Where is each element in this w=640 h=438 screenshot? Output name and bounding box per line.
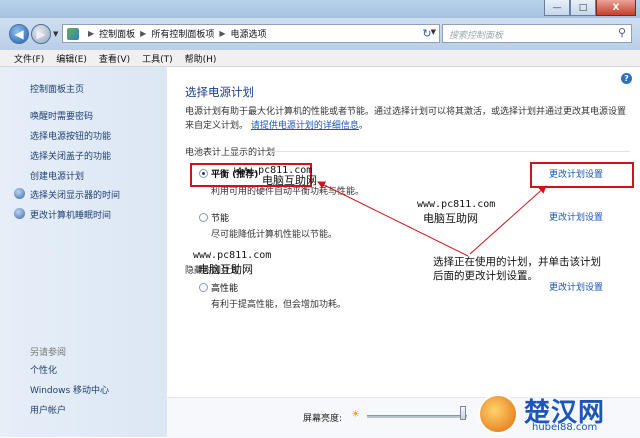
- watermark-name: 电脑互助网: [423, 212, 478, 225]
- watermark-url: www.pc811.com: [193, 250, 272, 261]
- watermark-name: 电脑互助网: [198, 263, 253, 276]
- arrow-to-link: [469, 185, 547, 255]
- annotation-line-1: 选择正在使用的计划，并单击该计划: [433, 256, 601, 268]
- control-panel-window: — □ X ◀ ▶ ▼ ▶ 控制面板 ▶ 所有控制面板项 ▶ 电源选项 ▼ ↻ …: [0, 0, 640, 438]
- site-logo: 楚汉网 hubei88.com: [478, 392, 638, 436]
- watermark-name: 电脑互助网: [262, 174, 317, 187]
- logo-emblem-icon: [478, 394, 518, 434]
- watermark-url: www.pc811.com: [417, 199, 496, 210]
- annotation-arrows: [317, 181, 547, 257]
- logo-url: hubei88.com: [532, 422, 598, 433]
- annotation-line-2: 后面的更改计划设置。: [433, 270, 538, 282]
